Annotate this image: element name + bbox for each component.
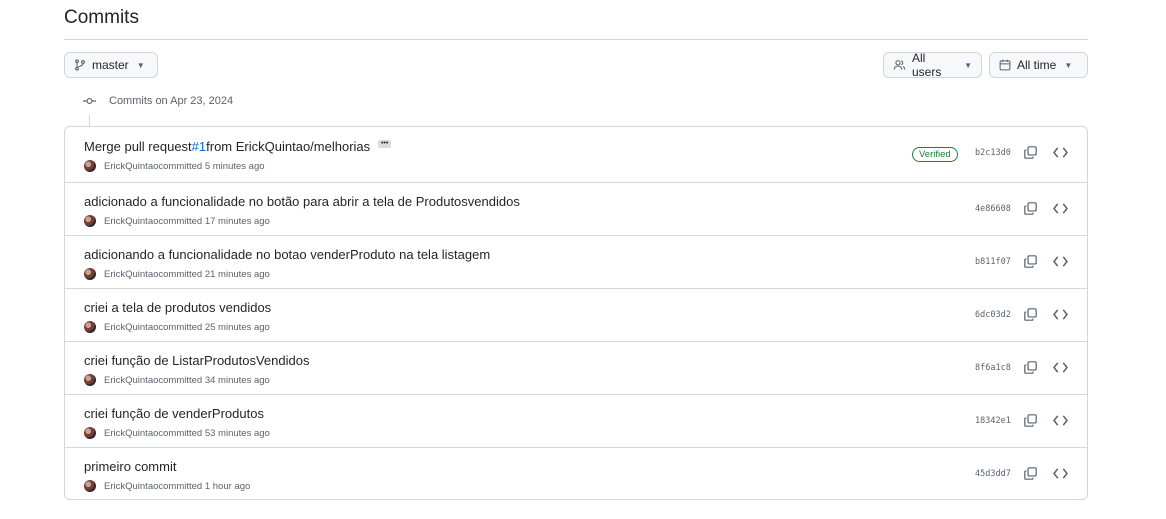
code-icon[interactable] bbox=[1053, 361, 1069, 375]
commit-message-suffix[interactable]: from ErickQuintao/melhorias bbox=[206, 139, 370, 154]
commit-message[interactable]: adicionando a funcionalidade no botao ve… bbox=[84, 247, 490, 262]
commit-list: Merge pull request #1 from ErickQuintao/… bbox=[64, 126, 1088, 500]
commit-time: committed 1 hour ago bbox=[158, 480, 251, 492]
users-filter-button[interactable]: All users ▼ bbox=[883, 51, 982, 79]
commit-row: adicionado a funcionalidade no botão par… bbox=[65, 182, 1087, 235]
commit-group-date: Commits on Apr 23, 2024 bbox=[109, 95, 234, 107]
commit-message[interactable]: criei função de venderProdutos bbox=[84, 406, 264, 421]
commit-row: criei função de venderProdutos ErickQuint… bbox=[65, 394, 1087, 447]
commit-author[interactable]: ErickQuintao bbox=[104, 216, 158, 227]
commit-author[interactable]: ErickQuintao bbox=[104, 481, 158, 492]
git-commit-icon bbox=[83, 96, 96, 106]
copy-icon[interactable] bbox=[1024, 308, 1038, 322]
commit-sha[interactable]: b811f07 bbox=[975, 257, 1011, 267]
copy-icon[interactable] bbox=[1024, 361, 1038, 375]
commit-row: criei função de ListarProdutosVendidos Er… bbox=[65, 341, 1087, 394]
commit-author[interactable]: ErickQuintao bbox=[104, 269, 158, 280]
time-filter-label: All time bbox=[1017, 58, 1057, 72]
code-icon[interactable] bbox=[1053, 146, 1069, 160]
avatar[interactable] bbox=[84, 268, 96, 280]
code-icon[interactable] bbox=[1053, 467, 1069, 481]
commit-meta: ErickQuintao committed 25 minutes ago bbox=[84, 321, 270, 333]
commit-time: committed 34 minutes ago bbox=[158, 374, 270, 386]
caret-down-icon: ▼ bbox=[1064, 60, 1073, 70]
commit-author[interactable]: ErickQuintao bbox=[104, 375, 158, 386]
commit-row: Merge pull request #1 from ErickQuintao/… bbox=[65, 127, 1087, 182]
commit-meta: ErickQuintao committed 5 minutes ago bbox=[84, 160, 265, 172]
commit-author[interactable]: ErickQuintao bbox=[104, 161, 158, 172]
calendar-icon bbox=[999, 59, 1011, 71]
commit-meta: ErickQuintao committed 21 minutes ago bbox=[84, 268, 270, 280]
time-filter-button[interactable]: All time ▼ bbox=[989, 52, 1088, 78]
commit-sha[interactable]: 45d3dd7 bbox=[975, 469, 1011, 479]
commit-message[interactable]: adicionado a funcionalidade no botão par… bbox=[84, 194, 520, 209]
copy-icon[interactable] bbox=[1024, 467, 1038, 481]
copy-icon[interactable] bbox=[1024, 146, 1038, 160]
code-icon[interactable] bbox=[1053, 308, 1069, 322]
commit-time: committed 25 minutes ago bbox=[158, 321, 270, 333]
page-title: Commits bbox=[64, 7, 139, 28]
commit-message[interactable]: criei função de ListarProdutosVendidos bbox=[84, 353, 309, 368]
verified-badge[interactable]: Verified bbox=[912, 147, 958, 162]
avatar[interactable] bbox=[84, 160, 96, 172]
copy-icon[interactable] bbox=[1024, 414, 1038, 428]
avatar[interactable] bbox=[84, 321, 96, 333]
code-icon[interactable] bbox=[1053, 255, 1069, 269]
commit-time: committed 53 minutes ago bbox=[158, 427, 270, 439]
people-icon bbox=[893, 59, 906, 71]
commit-row: adicionando a funcionalidade no botao ve… bbox=[65, 235, 1087, 288]
commit-sha[interactable]: b2c13d0 bbox=[975, 148, 1011, 158]
copy-icon[interactable] bbox=[1024, 202, 1038, 216]
copy-icon[interactable] bbox=[1024, 255, 1038, 269]
commit-time: committed 17 minutes ago bbox=[158, 215, 270, 227]
pull-request-link[interactable]: #1 bbox=[192, 139, 206, 154]
commit-time: committed 5 minutes ago bbox=[158, 160, 265, 172]
commit-meta: ErickQuintao committed 53 minutes ago bbox=[84, 427, 270, 439]
title-divider bbox=[64, 39, 1088, 40]
timeline-connector bbox=[89, 115, 90, 126]
avatar[interactable] bbox=[84, 427, 96, 439]
caret-down-icon: ▼ bbox=[136, 60, 145, 70]
commit-message[interactable]: primeiro commit bbox=[84, 459, 176, 474]
avatar[interactable] bbox=[84, 480, 96, 492]
code-icon[interactable] bbox=[1053, 414, 1069, 428]
commit-meta: ErickQuintao committed 17 minutes ago bbox=[84, 215, 270, 227]
commit-sha[interactable]: 8f6a1c8 bbox=[975, 363, 1011, 373]
commit-author[interactable]: ErickQuintao bbox=[104, 322, 158, 333]
branch-label: master bbox=[92, 58, 129, 72]
expand-message-button[interactable]: ••• bbox=[378, 139, 392, 148]
commit-row: primeiro commit ErickQuintao committed 1 … bbox=[65, 447, 1087, 499]
users-filter-label: All users bbox=[912, 51, 942, 79]
commit-meta: ErickQuintao committed 34 minutes ago bbox=[84, 374, 270, 386]
commit-author[interactable]: ErickQuintao bbox=[104, 428, 158, 439]
git-branch-icon bbox=[74, 59, 86, 71]
commit-meta: ErickQuintao committed 1 hour ago bbox=[84, 480, 250, 492]
commit-row: criei a tela de produtos vendidos ErickQu… bbox=[65, 288, 1087, 341]
commit-sha[interactable]: 18342e1 bbox=[975, 416, 1011, 426]
commit-group-header: Commits on Apr 23, 2024 bbox=[83, 95, 233, 107]
avatar[interactable] bbox=[84, 374, 96, 386]
commit-sha[interactable]: 4e86608 bbox=[975, 204, 1011, 214]
caret-down-icon: ▼ bbox=[964, 60, 972, 70]
avatar[interactable] bbox=[84, 215, 96, 227]
commit-message[interactable]: criei a tela de produtos vendidos bbox=[84, 300, 271, 315]
branch-select-button[interactable]: master ▼ bbox=[64, 52, 158, 78]
commit-message-prefix[interactable]: Merge pull request bbox=[84, 139, 192, 154]
commit-sha[interactable]: 6dc03d2 bbox=[975, 310, 1011, 320]
commit-time: committed 21 minutes ago bbox=[158, 268, 270, 280]
commit-message[interactable]: Merge pull request #1 from ErickQuintao/… bbox=[84, 139, 392, 154]
code-icon[interactable] bbox=[1053, 202, 1069, 216]
